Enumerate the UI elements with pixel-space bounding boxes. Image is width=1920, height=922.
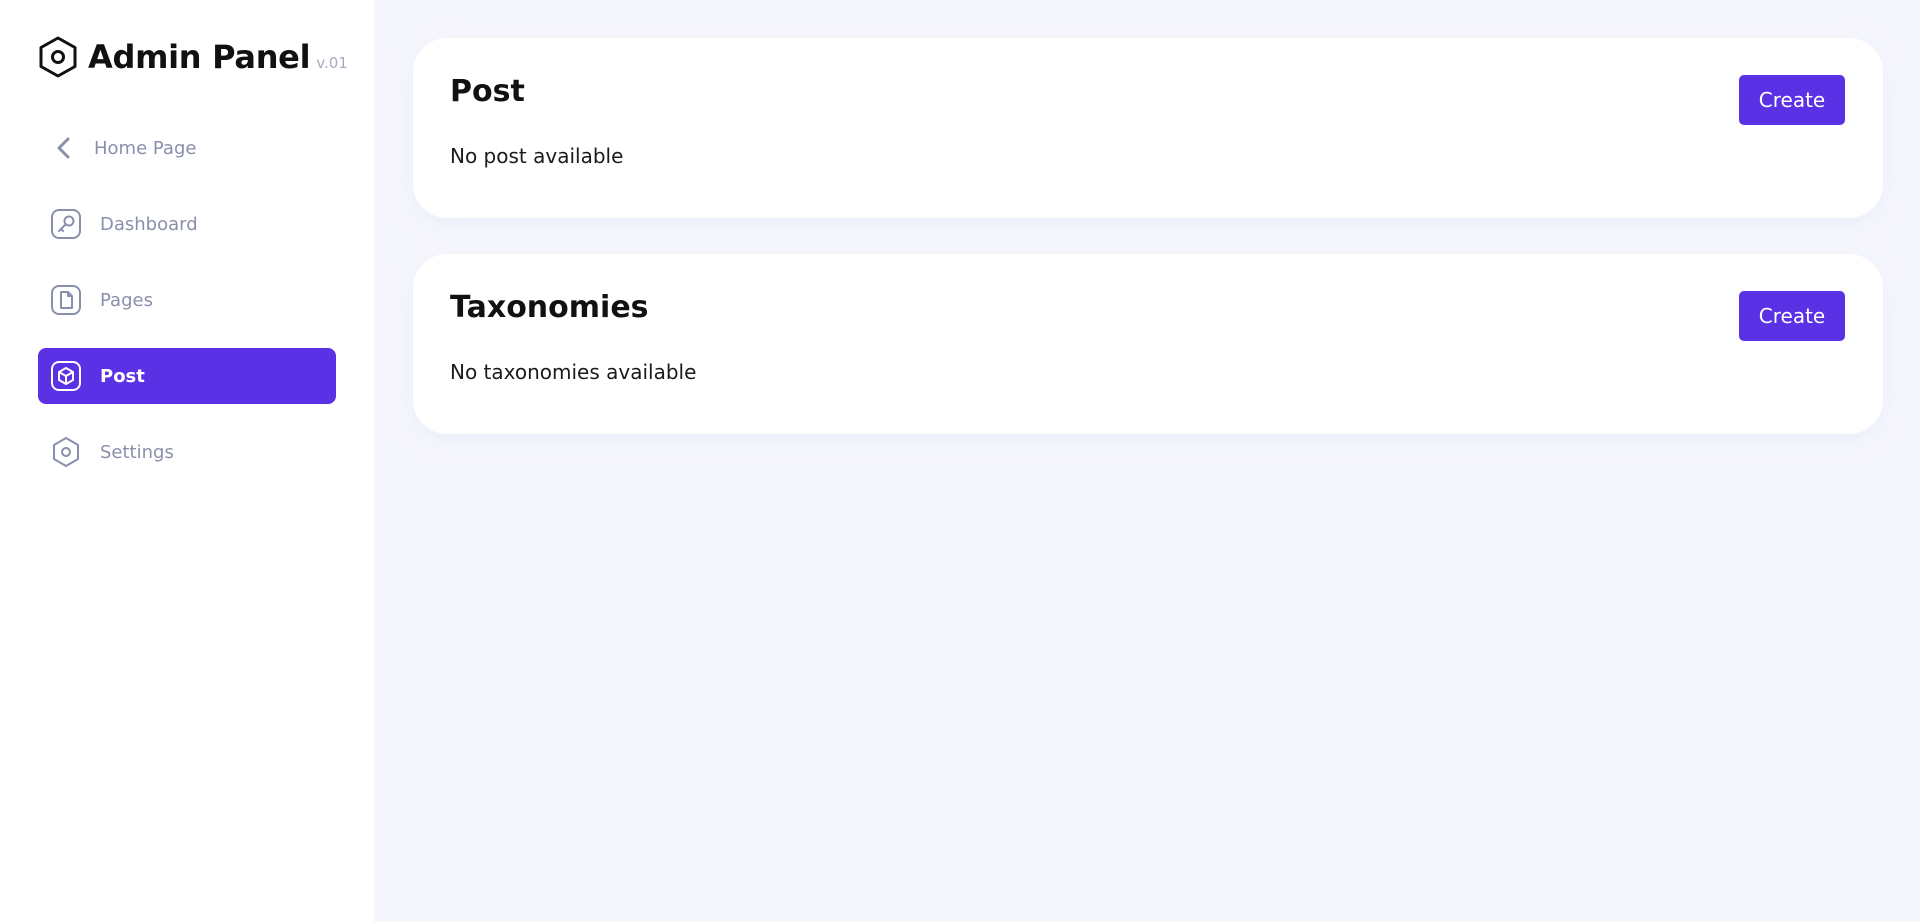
home-page-link[interactable]: Home Page [38,120,336,176]
hexagon-icon [38,36,78,78]
create-post-button[interactable]: Create [1739,75,1845,125]
sidebar-item-post[interactable]: Post [38,348,336,404]
sidebar-item-label: Pages [100,289,153,311]
brand-title: Admin Panel [88,38,311,76]
app-root: Admin Panel v.01 Home Page Dashboard Pag… [0,0,1920,922]
document-icon [50,284,82,316]
card-title: Post [450,74,525,109]
empty-state-text: No post available [450,144,624,168]
post-card: Post Create No post available [413,38,1883,218]
sidebar: Admin Panel v.01 Home Page Dashboard Pag… [0,0,374,922]
sidebar-item-label: Settings [100,441,174,463]
box-icon [50,360,82,392]
sidebar-item-label: Dashboard [100,213,198,235]
hexagon-settings-icon [50,436,82,468]
brand: Admin Panel v.01 [38,36,348,78]
key-icon [50,208,82,240]
taxonomies-card: Taxonomies Create No taxonomies availabl… [413,254,1883,434]
sidebar-item-dashboard[interactable]: Dashboard [38,196,336,252]
chevron-left-icon [50,135,76,161]
main-content: Post Create No post available Taxonomies… [374,0,1920,922]
sidebar-item-pages[interactable]: Pages [38,272,336,328]
create-taxonomy-button[interactable]: Create [1739,291,1845,341]
sidebar-item-settings[interactable]: Settings [38,424,336,480]
brand-version: v.01 [316,54,348,72]
sidebar-item-label: Post [100,365,145,387]
empty-state-text: No taxonomies available [450,360,697,384]
home-page-label: Home Page [94,137,197,159]
card-title: Taxonomies [450,290,649,325]
